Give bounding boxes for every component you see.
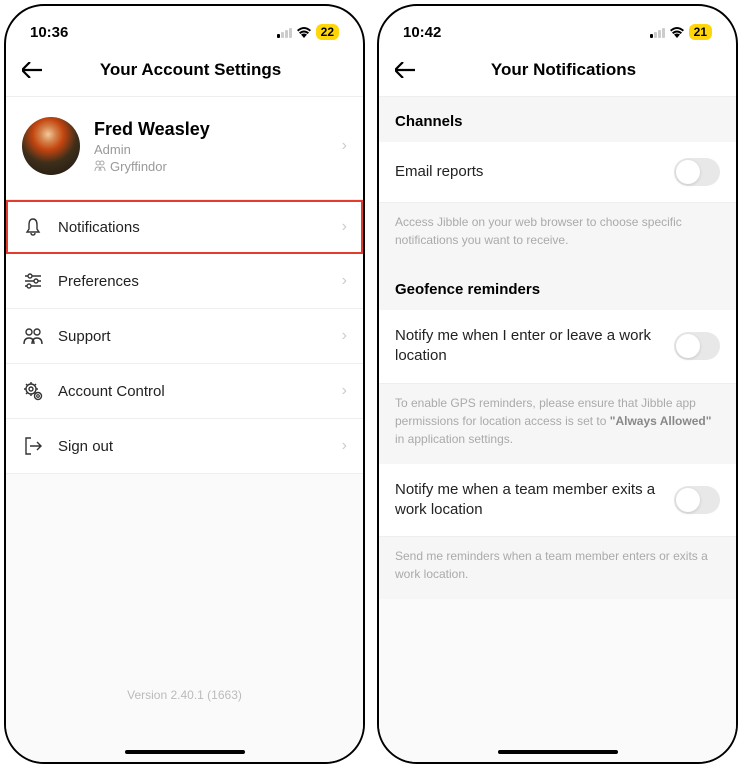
status-bar: 10:36 22 [6, 6, 363, 50]
toggle-row-email-reports[interactable]: Email reports [379, 142, 736, 203]
toggle-switch[interactable] [674, 486, 720, 514]
sliders-icon [22, 270, 44, 292]
people-icon [22, 325, 44, 347]
signal-icon [277, 26, 292, 38]
gear-icon [22, 380, 44, 402]
wifi-icon [296, 26, 312, 38]
avatar [22, 117, 80, 175]
content: Fred Weasley Admin Gryffindor › Notifica… [6, 97, 363, 762]
profile-info: Fred Weasley Admin Gryffindor [94, 119, 328, 174]
menu-label: Support [58, 328, 328, 345]
wifi-icon [669, 26, 685, 38]
help-text: To enable GPS reminders, please ensure t… [379, 384, 736, 464]
menu-label: Sign out [58, 438, 328, 455]
status-right: 21 [650, 24, 712, 40]
chevron-right-icon: › [342, 437, 347, 455]
version-label: Version 2.40.1 (1663) [6, 672, 363, 718]
help-text: Send me reminders when a team member ent… [379, 537, 736, 599]
status-time: 10:42 [403, 24, 441, 41]
signal-icon [650, 26, 665, 38]
phone-left: 10:36 22 Your Account Settings Fred Weas… [4, 4, 365, 764]
status-bar: 10:42 21 [379, 6, 736, 50]
menu-item-sign-out[interactable]: Sign out › [6, 419, 363, 474]
menu-item-support[interactable]: Support › [6, 309, 363, 364]
chevron-right-icon: › [342, 327, 347, 345]
toggle-row-notify-self[interactable]: Notify me when I enter or leave a work l… [379, 310, 736, 384]
sign-out-icon [22, 435, 44, 457]
home-indicator[interactable] [125, 750, 245, 754]
chevron-right-icon: › [342, 218, 347, 236]
chevron-right-icon: › [342, 382, 347, 400]
toggle-label: Email reports [395, 162, 660, 182]
menu-item-account-control[interactable]: Account Control › [6, 364, 363, 419]
content: Channels Email reports Access Jibble on … [379, 97, 736, 762]
header: Your Notifications [379, 50, 736, 97]
menu-label: Preferences [58, 273, 328, 290]
status-time: 10:36 [30, 24, 68, 41]
toggle-switch[interactable] [674, 158, 720, 186]
menu-item-preferences[interactable]: Preferences › [6, 254, 363, 309]
phone-right: 10:42 21 Your Notifications Channels Ema… [377, 4, 738, 764]
home-indicator[interactable] [498, 750, 618, 754]
battery-badge: 21 [689, 24, 712, 40]
page-title: Your Account Settings [34, 60, 347, 80]
status-right: 22 [277, 24, 339, 40]
profile-group: Gryffindor [94, 159, 328, 174]
bell-icon [22, 216, 44, 238]
page-title: Your Notifications [407, 60, 720, 80]
profile-role: Admin [94, 142, 328, 157]
menu-label: Notifications [58, 219, 328, 236]
chevron-right-icon: › [342, 137, 347, 155]
toggle-switch[interactable] [674, 332, 720, 360]
toggle-label: Notify me when I enter or leave a work l… [395, 326, 660, 367]
toggle-label: Notify me when a team member exits a wor… [395, 480, 660, 521]
menu-label: Account Control [58, 383, 328, 400]
chevron-right-icon: › [342, 272, 347, 290]
header: Your Account Settings [6, 50, 363, 97]
group-icon [94, 160, 106, 172]
section-channels: Channels [379, 97, 736, 142]
help-text: Access Jibble on your web browser to cho… [379, 203, 736, 265]
battery-badge: 22 [316, 24, 339, 40]
section-geofence: Geofence reminders [379, 265, 736, 310]
toggle-row-notify-team[interactable]: Notify me when a team member exits a wor… [379, 464, 736, 538]
profile-name: Fred Weasley [94, 119, 328, 140]
profile-row[interactable]: Fred Weasley Admin Gryffindor › [6, 97, 363, 200]
menu-item-notifications[interactable]: Notifications › [6, 200, 363, 254]
